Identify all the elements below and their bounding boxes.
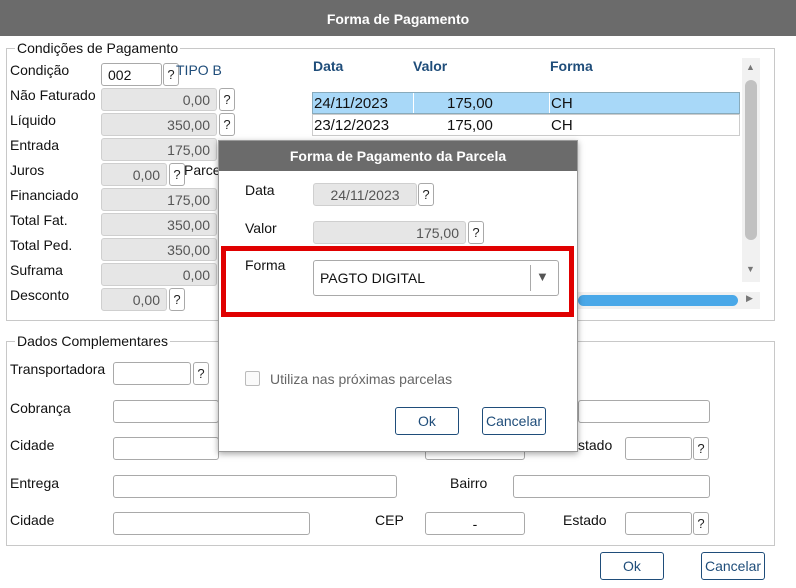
cidade-label: Cidade xyxy=(10,437,55,453)
cobranca-label: Cobrança xyxy=(10,400,71,416)
cidade2-label: Cidade xyxy=(10,512,55,528)
total-ped-label: Total Ped. xyxy=(10,237,73,253)
entrega-input[interactable] xyxy=(113,475,397,498)
complementares-legend: Dados Complementares xyxy=(17,333,168,349)
transportadora-help-button[interactable]: ? xyxy=(193,362,209,385)
total-fat-field: 350,00 xyxy=(101,213,217,236)
dialog-data-label: Data xyxy=(245,182,275,198)
cobranca-extra-input[interactable] xyxy=(578,400,710,423)
condicao-label: Condição xyxy=(10,62,70,78)
cancel-button[interactable]: Cancelar xyxy=(701,552,765,580)
dialog-valor-label: Valor xyxy=(245,220,277,236)
suframa-label: Suframa xyxy=(10,262,63,278)
desconto-label: Desconto xyxy=(10,287,70,303)
row-forma: CH xyxy=(551,95,573,112)
dialog-valor-field: 175,00 xyxy=(313,221,466,244)
dialog-data-help-button[interactable]: ? xyxy=(418,183,434,206)
forma-select-value: PAGTO DIGITAL xyxy=(320,270,426,286)
nao-faturado-help-button[interactable]: ? xyxy=(219,88,235,111)
desconto-help-button[interactable]: ? xyxy=(169,288,185,311)
total-ped-field: 350,00 xyxy=(101,238,217,261)
nao-faturado-label: Não Faturado xyxy=(10,87,96,103)
utiliza-proximas-checkbox[interactable] xyxy=(245,371,260,386)
row-valor: 175,00 xyxy=(447,117,493,134)
estado2-help-button[interactable]: ? xyxy=(693,512,709,535)
cidade-input[interactable] xyxy=(113,437,219,460)
hscroll-thumb[interactable] xyxy=(578,295,738,306)
desconto-field: 0,00 xyxy=(101,288,167,311)
juros-field: 0,00 xyxy=(101,163,167,186)
table-row[interactable]: 23/12/2023 175,00 CH xyxy=(312,114,740,136)
scroll-down-icon[interactable]: ▼ xyxy=(746,264,755,274)
transportadora-input[interactable] xyxy=(113,362,191,385)
table-row[interactable]: 24/11/2023 175,00 CH xyxy=(312,92,740,114)
estado-input[interactable] xyxy=(625,437,692,460)
scroll-up-icon[interactable]: ▲ xyxy=(746,62,755,72)
estado2-label: Estado xyxy=(563,512,607,528)
financiado-label: Financiado xyxy=(10,187,79,203)
dialog-forma-label: Forma xyxy=(245,257,286,273)
suframa-field: 0,00 xyxy=(101,263,217,286)
juros-label: Juros xyxy=(10,162,45,178)
estado-help-button[interactable]: ? xyxy=(693,437,709,460)
cep-input[interactable]: - xyxy=(425,512,525,535)
entrada-field: 175,00 xyxy=(101,138,217,161)
col-header-valor[interactable]: Valor xyxy=(413,58,447,74)
dialog-cancel-button[interactable]: Cancelar xyxy=(482,407,546,435)
liquido-help-button[interactable]: ? xyxy=(219,113,235,136)
scroll-right-icon[interactable]: ▶ xyxy=(746,293,753,304)
parcela-dialog: Forma de Pagamento da Parcela Data 24/11… xyxy=(218,140,578,452)
estado2-input[interactable] xyxy=(625,512,692,535)
dialog-valor-help-button[interactable]: ? xyxy=(468,221,484,244)
chevron-down-icon[interactable]: ▼ xyxy=(536,269,549,284)
cep-label: CEP xyxy=(375,512,404,528)
utiliza-proximas-label: Utiliza nas próximas parcelas xyxy=(270,371,453,387)
scroll-thumb[interactable] xyxy=(745,80,757,240)
col-header-data[interactable]: Data xyxy=(313,58,343,74)
row-forma: CH xyxy=(551,117,573,134)
bairro-label: Bairro xyxy=(450,475,488,491)
nao-faturado-field: 0,00 xyxy=(101,88,217,111)
transportadora-label: Transportadora xyxy=(10,361,106,377)
tipo-label: TIPO B xyxy=(176,62,222,78)
row-valor: 175,00 xyxy=(447,95,493,112)
liquido-label: Líquido xyxy=(10,112,56,128)
row-data: 23/12/2023 xyxy=(314,117,390,134)
dialog-title: Forma de Pagamento da Parcela xyxy=(219,141,577,171)
condicoes-legend: Condições de Pagamento xyxy=(17,40,179,56)
financiado-field: 175,00 xyxy=(101,188,217,211)
ok-button[interactable]: Ok xyxy=(600,552,664,580)
dialog-ok-button[interactable]: Ok xyxy=(395,407,459,435)
total-fat-label: Total Fat. xyxy=(10,212,68,228)
juros-help-button[interactable]: ? xyxy=(169,163,185,186)
entrada-label: Entrada xyxy=(10,137,60,153)
parcelas-label: Parce xyxy=(184,162,221,178)
table-vertical-scrollbar[interactable]: ▲ ▼ xyxy=(742,58,760,282)
cobranca-input[interactable] xyxy=(113,400,219,423)
condicao-input[interactable]: 002 xyxy=(101,63,162,86)
forma-select[interactable]: PAGTO DIGITAL ▼ xyxy=(313,260,559,296)
cidade2-input[interactable] xyxy=(113,512,310,535)
bairro-input[interactable] xyxy=(513,475,710,498)
estado-label: stado xyxy=(578,437,613,453)
row-data: 24/11/2023 xyxy=(314,95,388,112)
entrega-label: Entrega xyxy=(10,475,60,491)
liquido-field: 350,00 xyxy=(101,113,217,136)
col-header-forma[interactable]: Forma xyxy=(550,58,593,74)
dialog-data-field: 24/11/2023 xyxy=(313,183,417,206)
table-horizontal-scrollbar[interactable]: ▶ xyxy=(578,292,760,309)
window-title: Forma de Pagamento xyxy=(0,0,796,36)
